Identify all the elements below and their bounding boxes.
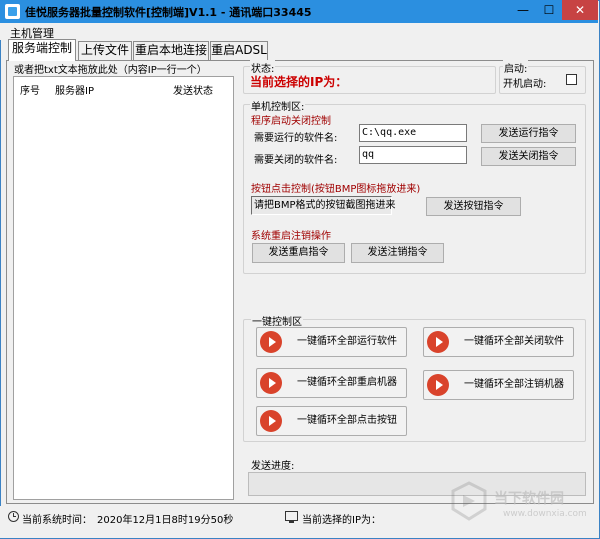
- play-icon: [260, 372, 282, 394]
- progress-label: 发送进度:: [251, 461, 295, 472]
- play-icon: [260, 331, 282, 353]
- system-time-value: 2020年12月1日8时19分50秒: [97, 515, 234, 526]
- autostart-checkbox[interactable]: [566, 74, 577, 85]
- loop-run-all-label: 一键循环全部运行软件: [297, 336, 397, 347]
- onekey-control-label: 一键控制区: [251, 313, 303, 328]
- single-control-label: 单机控制区:: [250, 98, 306, 113]
- loop-logoff-all-label: 一键循环全部注销机器: [464, 379, 564, 390]
- watermark-brand: 当下软件园: [494, 491, 564, 507]
- program-control-heading: 程序启动关闭控制: [251, 116, 331, 127]
- tab-server-control[interactable]: 服务端控制: [8, 39, 76, 61]
- watermark-domain: www.downxia.com: [503, 509, 587, 519]
- close-software-input[interactable]: qq: [359, 146, 467, 164]
- tab-restart-local-connection[interactable]: 重启本地连接: [133, 41, 209, 60]
- send-reboot-button[interactable]: 发送重启指令: [252, 243, 345, 263]
- maximize-button[interactable]: ☐: [536, 0, 562, 20]
- loop-reboot-all-button[interactable]: 一键循环全部重启机器: [256, 368, 407, 398]
- menu-bar: [0, 23, 598, 40]
- server-ip-list[interactable]: [13, 76, 234, 500]
- clock-icon: [8, 511, 19, 522]
- autostart-label: 开机启动:: [503, 79, 547, 90]
- send-logoff-button[interactable]: 发送注销指令: [351, 243, 444, 263]
- loop-run-all-button[interactable]: 一键循环全部运行软件: [256, 327, 407, 357]
- tab-upload-file[interactable]: 上传文件: [78, 41, 132, 60]
- send-run-button[interactable]: 发送运行指令: [481, 124, 576, 143]
- current-ip-text: 当前选择的IP为：: [250, 75, 348, 89]
- drop-hint-label: 或者把txt文本拖放此处（内容IP一行一个）: [14, 65, 207, 76]
- app-icon: [5, 4, 20, 19]
- play-icon: [427, 331, 449, 353]
- startup-group-label: 启动:: [503, 60, 529, 75]
- run-software-label: 需要运行的软件名:: [254, 133, 338, 144]
- column-header-send-status[interactable]: 发送状态: [173, 82, 213, 97]
- bmp-drop-zone[interactable]: 请把BMP格式的按钮截图拖进来: [251, 196, 396, 215]
- window-title: 佳悦服务器批量控制软件[控制端]V1.1 - 通讯端口33445: [25, 6, 312, 19]
- loop-click-all-button[interactable]: 一键循环全部点击按钮: [256, 406, 407, 436]
- column-header-server-ip[interactable]: 服务器IP: [55, 82, 94, 97]
- button-click-heading: 按钮点击控制(按钮BMP图标拖放进来): [251, 184, 421, 195]
- reboot-logoff-heading: 系统重启注销操作: [251, 231, 331, 242]
- selected-ip-status-label: 当前选择的IP为：: [302, 515, 381, 526]
- tab-restart-adsl[interactable]: 重启ADSL: [210, 41, 268, 60]
- send-close-button[interactable]: 发送关闭指令: [481, 147, 576, 166]
- minimize-button[interactable]: —: [510, 0, 536, 20]
- loop-logoff-all-button[interactable]: 一键循环全部注销机器: [423, 370, 574, 400]
- loop-reboot-all-label: 一键循环全部重启机器: [297, 377, 397, 388]
- loop-close-all-button[interactable]: 一键循环全部关闭软件: [423, 327, 574, 357]
- column-header-seq[interactable]: 序号: [20, 82, 40, 97]
- send-button-command-button[interactable]: 发送按钮指令: [426, 197, 521, 216]
- play-icon: [260, 410, 282, 432]
- run-software-input[interactable]: C:\qq.exe: [359, 124, 467, 142]
- loop-close-all-label: 一键循环全部关闭软件: [464, 336, 564, 347]
- play-icon: [427, 374, 449, 396]
- system-time-label: 当前系统时间：: [22, 515, 92, 526]
- loop-click-all-label: 一键循环全部点击按钮: [297, 415, 397, 426]
- close-software-label: 需要关闭的软件名:: [254, 155, 338, 166]
- watermark-logo-icon: [451, 481, 487, 521]
- monitor-icon: [285, 511, 298, 523]
- close-button[interactable]: ✕: [562, 0, 598, 20]
